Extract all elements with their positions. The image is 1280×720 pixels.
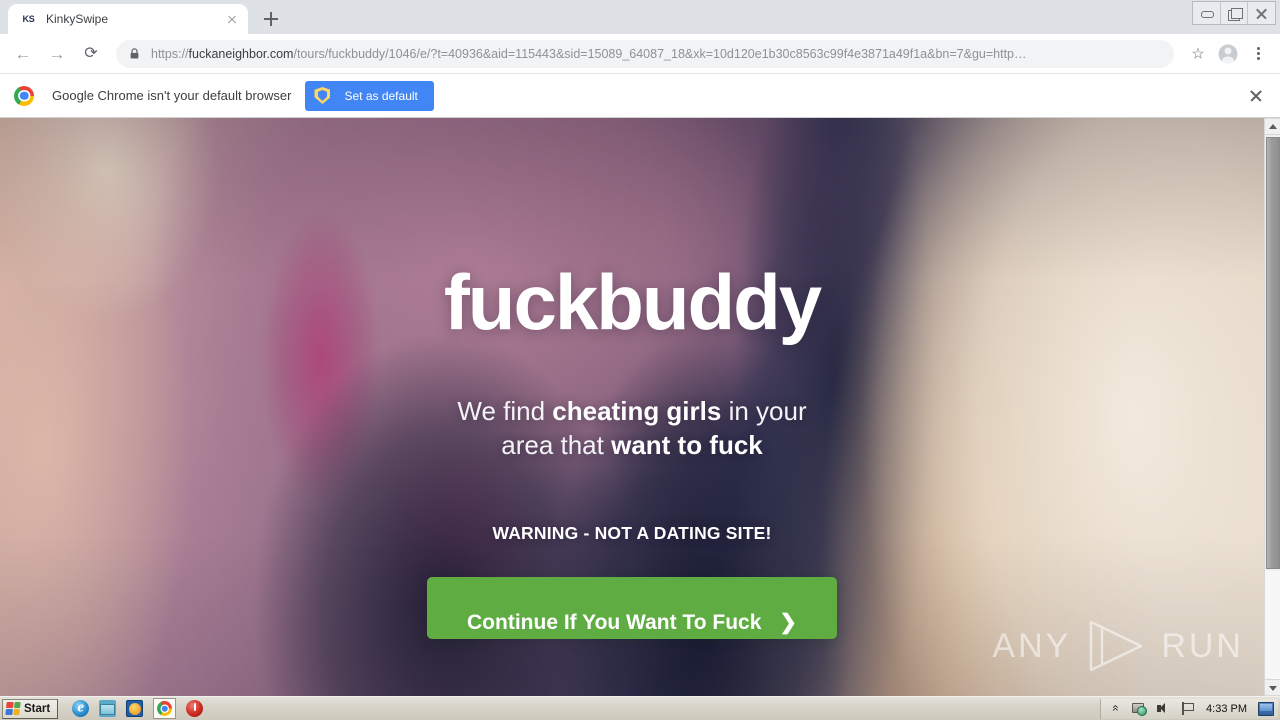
back-button[interactable]: ←: [8, 39, 38, 69]
menu-dot: [1256, 52, 1260, 55]
continue-cta-button[interactable]: Continue If You Want To Fuck ❯: [427, 576, 837, 639]
browser-window: KS KinkySwipe ← → ⟳ https://fuckaneighbo…: [0, 0, 1280, 696]
tagline-bold-1: cheating girls: [552, 396, 722, 426]
star-glyph: ☆: [1191, 45, 1205, 62]
address-bar-text: https://fuckaneighbor.com/tours/fuckbudd…: [151, 46, 1027, 61]
chevron-right-icon: ❯: [779, 611, 797, 635]
windows-flag-icon: [5, 702, 21, 715]
close-infobar-icon[interactable]: [1244, 84, 1268, 108]
avatar-icon: [1218, 44, 1238, 63]
flag-quadrant: [12, 709, 20, 715]
tab-strip: KS KinkySwipe: [0, 0, 1280, 34]
profile-avatar[interactable]: [1214, 40, 1242, 68]
address-bar[interactable]: https://fuckaneighbor.com/tours/fuckbudd…: [116, 39, 1174, 68]
page-viewport: fuckbuddy We find cheating girls in your…: [0, 118, 1280, 696]
bookmark-star-icon[interactable]: ☆: [1184, 40, 1212, 68]
close-window-button[interactable]: [1247, 2, 1275, 24]
reload-button[interactable]: ⟳: [76, 39, 106, 69]
close-tab-icon[interactable]: [224, 11, 240, 27]
media-player-icon[interactable]: [126, 700, 144, 717]
infobar-message: Google Chrome isn't your default browser: [52, 88, 292, 103]
browser-toolbar: ← → ⟳ https://fuckaneighbor.com/tours/fu…: [0, 34, 1280, 74]
flag-quadrant: [6, 702, 14, 708]
warning-text: WARNING - NOT A DATING SITE!: [492, 522, 772, 543]
flag-quadrant: [5, 709, 13, 715]
windows-taskbar: Start 4:33 PM: [0, 696, 1280, 720]
show-desktop-icon[interactable]: [1258, 701, 1274, 716]
cta-label: Continue If You Want To Fuck: [467, 610, 762, 634]
flag-icon[interactable]: [1180, 701, 1195, 716]
network-icon[interactable]: [1132, 701, 1148, 716]
chrome-taskbar-icon: [157, 701, 173, 716]
set-as-default-button[interactable]: Set as default: [305, 80, 434, 111]
chrome-taskbar-button[interactable]: [153, 698, 177, 719]
scrollbar-track[interactable]: [1265, 571, 1280, 679]
tagline-bold-2: want to fuck: [611, 429, 763, 460]
anyrun-watermark: ANY RUN: [992, 618, 1244, 674]
quick-launch-bar: [72, 698, 204, 719]
power-icon[interactable]: [186, 700, 204, 717]
system-tray: 4:33 PM: [1100, 698, 1278, 719]
new-tab-icon[interactable]: [258, 6, 284, 32]
page-content: fuckbuddy We find cheating girls in your…: [0, 118, 1264, 696]
site-logo: fuckbuddy: [443, 258, 822, 346]
tagline-part-1: We find: [457, 396, 553, 426]
tab-title: KinkySwipe: [46, 12, 109, 26]
minimize-button[interactable]: [1193, 2, 1220, 24]
lock-icon: [128, 47, 141, 60]
set-as-default-label: Set as default: [344, 88, 418, 103]
scrollbar-thumb[interactable]: [1266, 137, 1280, 569]
start-button[interactable]: Start: [2, 698, 59, 719]
default-browser-infobar: Google Chrome isn't your default browser…: [0, 74, 1280, 118]
window-controls: [1192, 1, 1276, 25]
internet-explorer-icon[interactable]: [72, 700, 90, 717]
browser-tab[interactable]: KS KinkySwipe: [8, 4, 248, 34]
page-scrollbar[interactable]: [1264, 118, 1280, 696]
scroll-up-arrow-icon[interactable]: [1265, 118, 1280, 135]
play-triangle-icon: [1083, 618, 1149, 674]
maximize-restore-button[interactable]: [1219, 2, 1248, 24]
arrow-right-icon: →: [48, 44, 66, 63]
hero-tagline: We find cheating girls in your area that…: [442, 395, 822, 463]
cta-inner: Continue If You Want To Fuck ❯: [467, 611, 797, 635]
volume-icon[interactable]: [1156, 701, 1171, 716]
shield-icon: [314, 87, 331, 104]
menu-dot: [1256, 46, 1260, 50]
chrome-logo-icon: [14, 85, 34, 106]
clock[interactable]: 4:33 PM: [1204, 703, 1249, 715]
arrow-left-icon: ←: [14, 44, 32, 63]
scroll-down-arrow-icon[interactable]: [1265, 679, 1280, 696]
reload-icon: ⟳: [84, 44, 98, 62]
menu-dot: [1256, 57, 1260, 61]
watermark-text-left: ANY: [992, 626, 1072, 665]
chrome-menu-icon[interactable]: [1244, 40, 1272, 68]
show-hidden-icons-icon[interactable]: [1108, 701, 1123, 716]
start-label: Start: [24, 702, 51, 715]
forward-button[interactable]: →: [42, 39, 72, 69]
watermark-text-right: RUN: [1161, 626, 1244, 665]
tab-favicon-icon: KS: [22, 14, 35, 24]
flag-quadrant: [13, 702, 21, 708]
file-explorer-icon[interactable]: [99, 700, 117, 717]
